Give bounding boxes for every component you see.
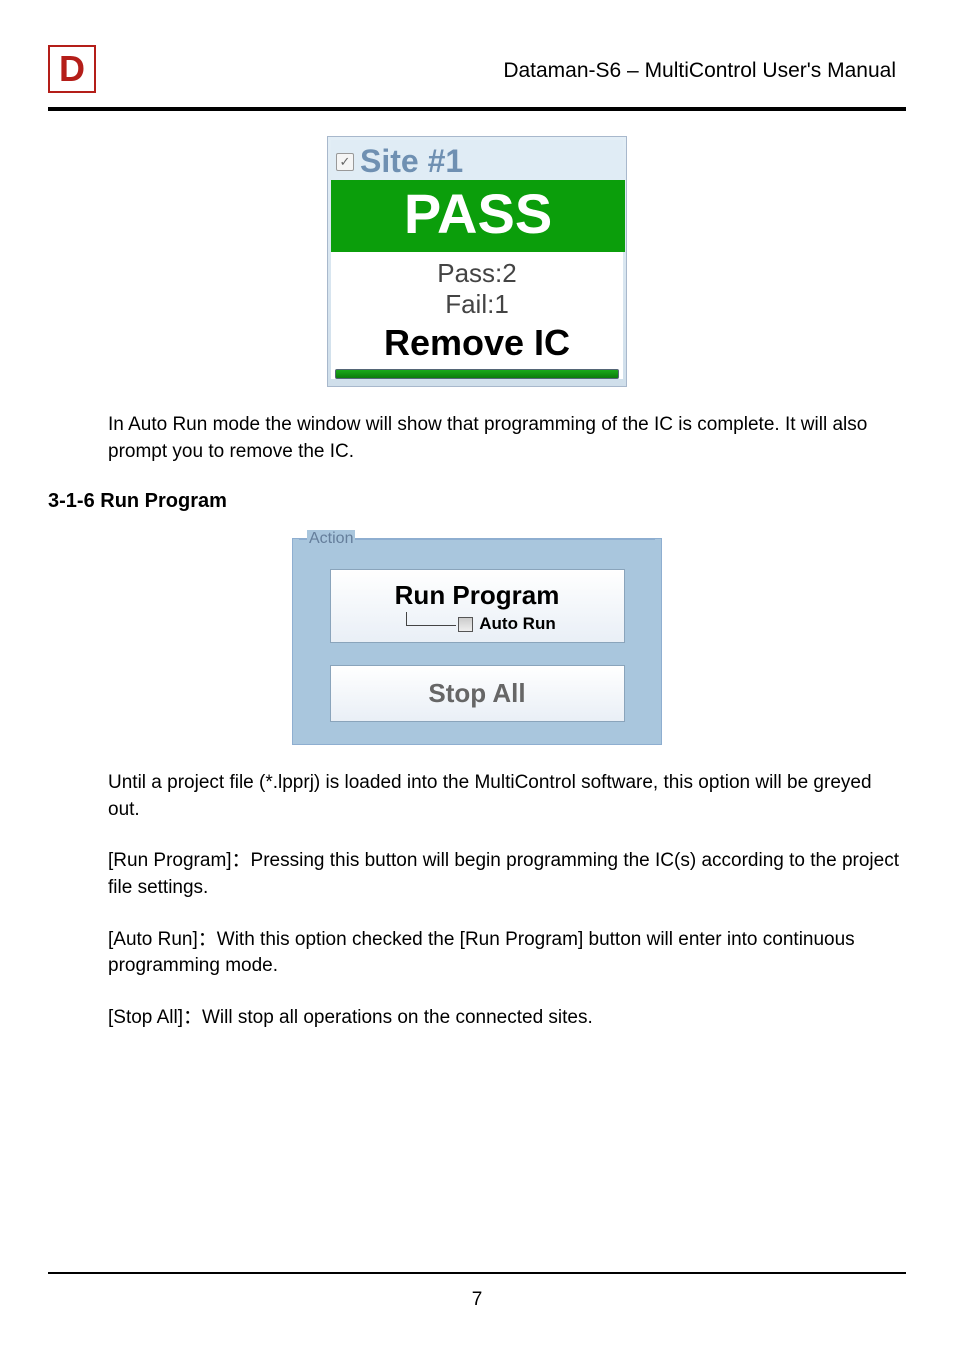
auto-run-checkbox[interactable]	[458, 617, 473, 632]
logo: D	[48, 45, 100, 97]
run-program-label: Run Program	[331, 580, 624, 611]
auto-run-description: In Auto Run mode the window will show th…	[108, 412, 906, 465]
auto-run-label: Auto Run	[479, 614, 555, 634]
stop-all-button[interactable]: Stop All	[330, 665, 625, 722]
page-number: 7	[48, 1289, 906, 1311]
header-divider	[48, 107, 906, 111]
section-heading: 3-1-6 Run Program	[48, 490, 906, 513]
greyed-out-note: Until a project file (*.lpprj) is loaded…	[108, 770, 906, 823]
fail-count: Fail:1	[331, 289, 623, 320]
pass-status-block: PASS	[331, 180, 625, 252]
run-program-button[interactable]: Run Program Auto Run	[330, 569, 625, 643]
action-panel: Run Program Auto Run Stop All	[292, 538, 662, 745]
auto-run-option-description: [Auto Run]：With this option checked the …	[108, 927, 906, 980]
stop-all-description: [Stop All]：Will stop all operations on t…	[108, 1005, 906, 1032]
footer-divider	[48, 1272, 906, 1274]
footer: 7	[48, 1272, 906, 1311]
auto-run-row: Auto Run	[331, 614, 624, 634]
pass-count: Pass:2	[331, 258, 623, 289]
stats-block: Pass:2 Fail:1 Remove IC	[331, 252, 623, 379]
progress-bar	[335, 369, 619, 379]
site-status-panel: ✓ Site #1 PASS Pass:2 Fail:1 Remove IC	[327, 136, 627, 387]
logo-letter: D	[48, 45, 96, 93]
site-header: ✓ Site #1	[331, 140, 623, 180]
run-program-description: [Run Program]：Pressing this button will …	[108, 848, 906, 901]
auto-run-connector-line	[406, 612, 456, 626]
page-title: Dataman-S6 – MultiControl User's Manual	[100, 59, 906, 83]
stop-all-label: Stop All	[331, 678, 624, 709]
pass-text: PASS	[331, 186, 625, 242]
site-checkbox[interactable]: ✓	[336, 153, 354, 171]
site-title: Site #1	[360, 143, 463, 180]
remove-ic-text: Remove IC	[331, 322, 623, 364]
